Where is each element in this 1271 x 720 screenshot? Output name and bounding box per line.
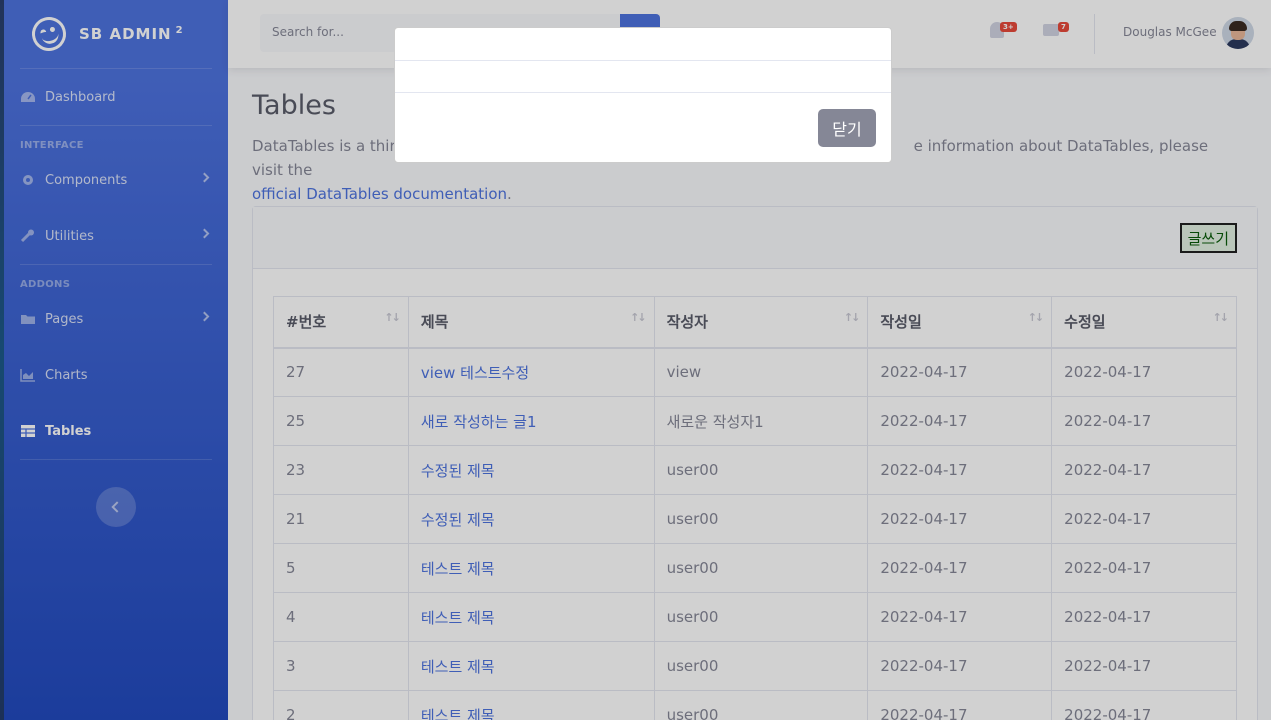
modal-body bbox=[395, 61, 891, 93]
modal-header bbox=[395, 28, 891, 61]
modal-dialog: 닫기 bbox=[394, 27, 892, 163]
modal-footer: 닫기 bbox=[395, 93, 891, 163]
close-button[interactable]: 닫기 bbox=[818, 109, 876, 147]
